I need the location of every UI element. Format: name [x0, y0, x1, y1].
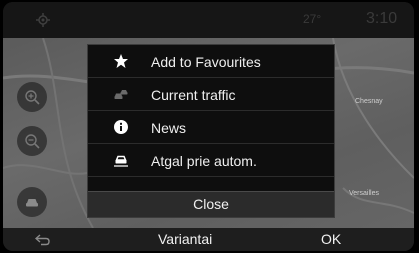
car-icon: [113, 152, 129, 168]
zoom-out-button[interactable]: [17, 126, 47, 156]
vehicle-position-button[interactable]: [17, 187, 47, 217]
star-icon: [113, 53, 129, 69]
options-dialog: Add to Favourites Current traffic News A…: [87, 44, 335, 218]
ok-button[interactable]: OK: [321, 231, 341, 247]
zoom-in-icon: [25, 90, 40, 105]
navigation-screen: Chesnay Versailles 27° 3:10 Add to Favou…: [3, 2, 414, 251]
zoom-out-icon: [25, 134, 40, 149]
menu-item-back-to-car[interactable]: Atgal prie autom.: [88, 144, 334, 177]
zoom-in-button[interactable]: [17, 82, 47, 112]
status-bar: 27° 3:10: [3, 2, 414, 38]
traffic-icon: [113, 86, 129, 102]
menu-item-label: Current traffic: [151, 87, 236, 103]
menu-item-label: Add to Favourites: [151, 54, 261, 70]
outside-temperature: 27°: [303, 12, 322, 26]
bottom-bar: Variantai OK: [3, 228, 414, 251]
menu-item-label: Atgal prie autom.: [151, 153, 257, 169]
close-button[interactable]: Close: [88, 191, 334, 217]
menu-item-news[interactable]: News: [88, 111, 334, 144]
menu-item-label: News: [151, 120, 187, 136]
menu-item-current-traffic[interactable]: Current traffic: [88, 78, 334, 111]
menu-item-add-to-favourites[interactable]: Add to Favourites: [88, 45, 334, 78]
gps-locate-icon[interactable]: [36, 13, 50, 27]
options-button[interactable]: Variantai: [158, 231, 212, 247]
map-place-label: Chesnay: [355, 98, 383, 105]
info-icon: [113, 119, 129, 135]
back-arrow-icon[interactable]: [34, 233, 51, 251]
clock: 3:10: [366, 10, 398, 27]
map-place-label: Versailles: [349, 190, 379, 197]
car-icon: [26, 199, 38, 207]
